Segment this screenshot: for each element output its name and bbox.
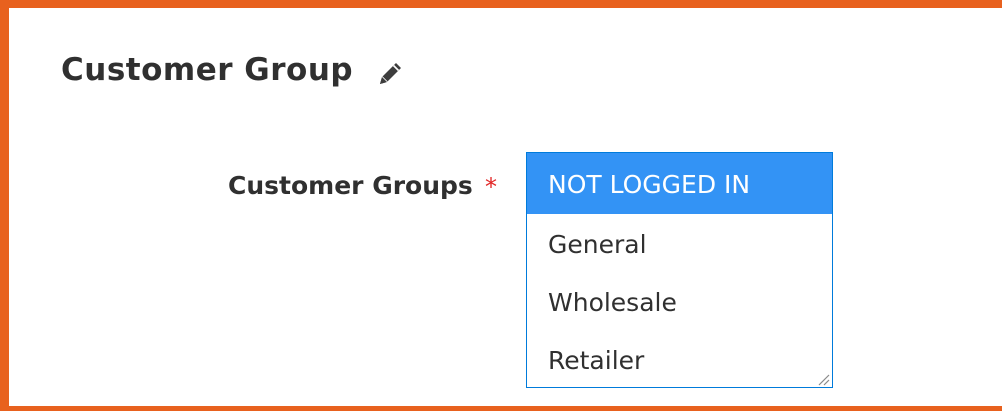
option-retailer[interactable]: Retailer [527,330,832,387]
option-wholesale[interactable]: Wholesale [527,272,832,330]
customer-groups-label: Customer Groups [228,171,473,200]
resize-grip-icon[interactable] [816,371,830,386]
section-title: Customer Group [61,52,354,88]
required-marker: * [485,173,497,201]
option-general[interactable]: General [527,214,832,272]
pencil-icon[interactable] [376,58,406,88]
option-not-logged-in[interactable]: NOT LOGGED IN [527,153,832,214]
customer-groups-multiselect[interactable]: NOT LOGGED IN General Wholesale Retailer [526,152,833,388]
customer-group-panel: Customer Group Customer Groups * NOT LOG… [0,0,1002,411]
